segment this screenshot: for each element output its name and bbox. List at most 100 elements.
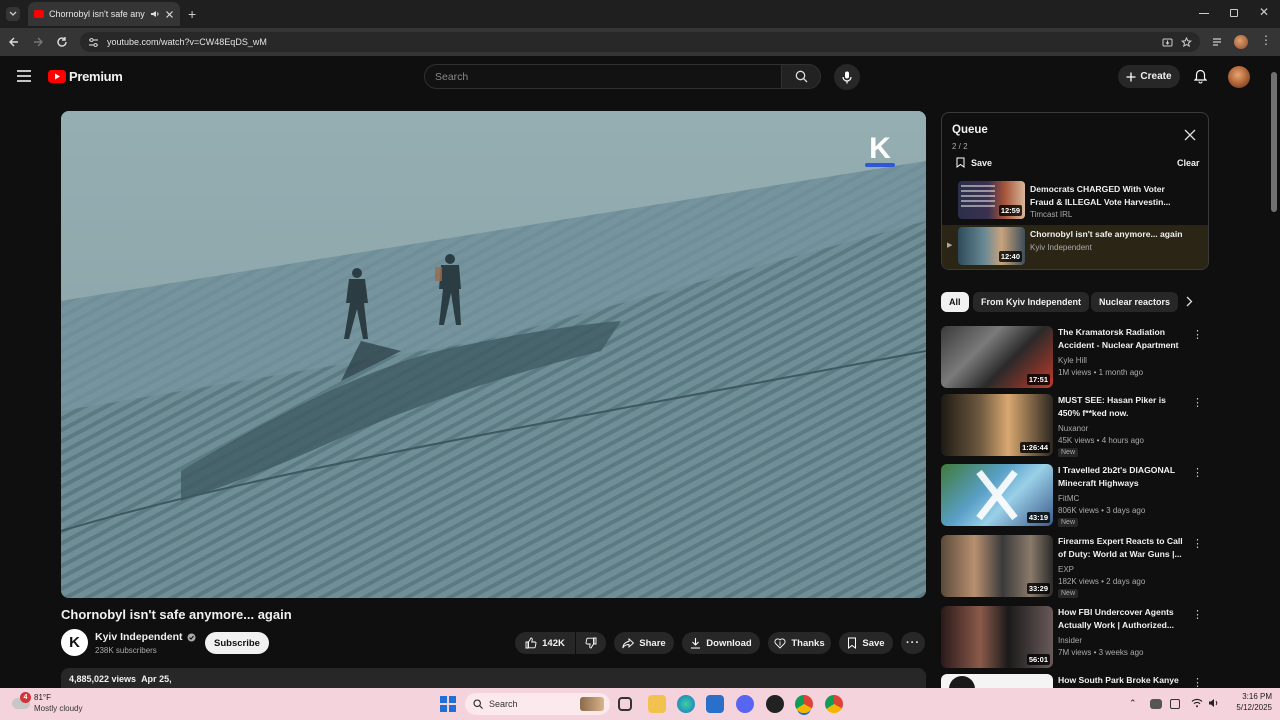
recommendation-item[interactable]: 43:19 I Travelled 2b2t's DIAGONAL Minecr… — [941, 464, 1211, 528]
create-button[interactable]: Create — [1118, 65, 1180, 88]
task-view-icon[interactable] — [618, 697, 632, 711]
recommendation-item[interactable]: 1:26:44 MUST SEE: Hasan Piker is 450% f*… — [941, 394, 1211, 458]
more-options-icon[interactable]: ⋮ — [1192, 396, 1203, 409]
reload-button[interactable] — [54, 34, 70, 50]
recommendation-channel[interactable]: Kyle Hill — [1058, 356, 1087, 365]
queue-save-button[interactable]: Save — [956, 157, 992, 168]
recommendation-item[interactable]: 56:01 How FBI Undercover Agents Actually… — [941, 606, 1211, 670]
queue-panel: Queue 2 / 2 Save Clear 12:59 Democrats C… — [941, 112, 1209, 270]
now-playing-icon: ▶ — [947, 242, 953, 249]
recommendation-item[interactable]: 33:29 Firearms Expert Reacts to Call of … — [941, 535, 1211, 599]
queue-clear-button[interactable]: Clear — [1177, 158, 1200, 168]
queue-item-duration: 12:40 — [998, 251, 1022, 262]
chip-from-channel[interactable]: From Kyiv Independent — [973, 292, 1090, 312]
voice-search-button[interactable] — [834, 64, 860, 90]
video-frame-image — [61, 111, 926, 598]
more-options-icon[interactable]: ⋮ — [1192, 328, 1203, 341]
youtube-logo[interactable]: Premium — [48, 69, 123, 84]
recommendation-channel[interactable]: Nuxanor — [1058, 424, 1088, 433]
recommendation-item[interactable]: 17:51 The Kramatorsk Radiation Accident … — [941, 326, 1211, 390]
close-queue-button[interactable] — [1184, 129, 1196, 141]
arrow-left-icon — [9, 37, 18, 47]
recommendation-meta: 182K views • 2 days ago — [1058, 577, 1146, 586]
video-player[interactable]: K — [61, 111, 926, 598]
tab-title: Chornobyl isn't safe anymo — [49, 9, 145, 19]
start-button[interactable] — [440, 696, 456, 712]
channel-name[interactable]: Kyiv Independent — [95, 631, 196, 643]
menu-hamburger-icon[interactable] — [17, 70, 31, 82]
chip-all[interactable]: All — [941, 292, 969, 312]
app-icon[interactable] — [766, 695, 784, 713]
chip-nuclear-reactors[interactable]: Nuclear reactors — [1091, 292, 1179, 312]
back-button[interactable] — [6, 34, 22, 50]
save-button[interactable]: Save — [839, 632, 893, 654]
more-options-icon[interactable]: ⋮ — [1192, 537, 1203, 550]
subscribe-button[interactable]: Subscribe — [205, 632, 269, 654]
search-button[interactable] — [781, 64, 821, 89]
like-button[interactable]: 142K — [515, 632, 575, 654]
new-tab-button[interactable]: + — [188, 7, 196, 21]
account-avatar[interactable] — [1228, 66, 1250, 88]
file-explorer-icon[interactable] — [648, 695, 666, 713]
address-bar[interactable]: youtube.com/watch?v=CW48EqDS_wM — [80, 32, 1200, 52]
download-button[interactable]: Download — [682, 632, 760, 654]
queue-item[interactable]: 12:59 Democrats CHARGED With Voter Fraud… — [942, 179, 1208, 223]
recommendation-channel[interactable]: EXP — [1058, 565, 1074, 574]
save-label: Save — [862, 637, 885, 649]
tray-app-icon[interactable] — [1150, 699, 1162, 709]
channel-watermark[interactable]: K — [864, 134, 896, 167]
speaker-icon[interactable] — [150, 9, 160, 19]
tray-network-icon[interactable] — [1170, 699, 1180, 709]
more-options-icon[interactable]: ⋮ — [1192, 608, 1203, 621]
queue-item-current[interactable]: ▶ 12:40 Chornobyl isn't safe anymore... … — [942, 225, 1208, 269]
browser-tab[interactable]: Chornobyl isn't safe anymo — [28, 2, 180, 26]
wifi-icon[interactable] — [1191, 698, 1203, 708]
recommendation-thumbnail: 43:19 — [941, 464, 1053, 526]
weather-widget[interactable]: 4 81°F Mostly cloudy — [12, 692, 92, 716]
taskbar-search[interactable]: Search — [465, 693, 610, 715]
search-input[interactable]: Search — [424, 64, 782, 89]
site-info-icon[interactable] — [88, 37, 99, 48]
forward-button[interactable] — [30, 34, 46, 50]
dislike-button[interactable] — [576, 632, 606, 654]
restore-button[interactable] — [1230, 9, 1238, 17]
minimize-button[interactable] — [1199, 13, 1209, 14]
recommendation-channel[interactable]: Insider — [1058, 636, 1082, 645]
queue-save-label: Save — [971, 157, 993, 168]
browser-menu-icon[interactable]: ⋮ — [1260, 34, 1272, 46]
install-app-icon[interactable] — [1162, 37, 1173, 48]
profile-avatar-browser[interactable] — [1234, 35, 1248, 49]
windows-logo-icon — [440, 696, 447, 703]
scrollbar-thumb[interactable] — [1271, 72, 1277, 212]
bookmark-star-icon[interactable] — [1181, 36, 1192, 48]
close-icon — [1184, 129, 1196, 141]
volume-icon[interactable] — [1208, 698, 1220, 708]
notifications-bell-icon[interactable] — [1194, 69, 1207, 84]
thanks-button[interactable]: Thanks — [768, 632, 831, 654]
more-actions-button[interactable]: ··· — [901, 632, 925, 654]
queue-item-duration: 12:59 — [998, 205, 1022, 216]
chips-next-button[interactable] — [1185, 296, 1193, 307]
more-options-icon[interactable]: ⋮ — [1192, 466, 1203, 479]
queue-count: 2 / 2 — [952, 142, 968, 151]
recommendation-channel[interactable]: FitMC — [1058, 494, 1079, 503]
close-tab-icon[interactable] — [165, 10, 174, 19]
close-window-button[interactable]: ✕ — [1259, 5, 1269, 19]
edge-browser-icon[interactable] — [677, 695, 695, 713]
store-icon[interactable] — [706, 695, 724, 713]
recommendation-meta: 806K views • 3 days ago — [1058, 506, 1146, 515]
tab-list-button[interactable] — [6, 7, 20, 21]
more-options-icon[interactable]: ⋮ — [1192, 676, 1203, 688]
recommendation-item[interactable]: How South Park Broke Kanye ⋮ — [941, 674, 1211, 688]
share-button[interactable]: Share — [614, 632, 674, 654]
recommendation-thumbnail: 56:01 — [941, 606, 1053, 668]
tray-overflow-icon[interactable]: ⌃ — [1129, 698, 1137, 709]
media-controls-icon[interactable] — [1212, 36, 1224, 48]
chrome-icon[interactable] — [795, 695, 813, 713]
discord-icon[interactable] — [736, 695, 754, 713]
channel-avatar[interactable]: K — [61, 629, 88, 656]
clock[interactable]: 3:16 PM 5/12/2025 — [1228, 692, 1272, 712]
page-scrollbar[interactable] — [1271, 60, 1277, 688]
chrome-profile-icon[interactable] — [825, 695, 843, 713]
youtube-play-logo-icon — [48, 70, 66, 83]
